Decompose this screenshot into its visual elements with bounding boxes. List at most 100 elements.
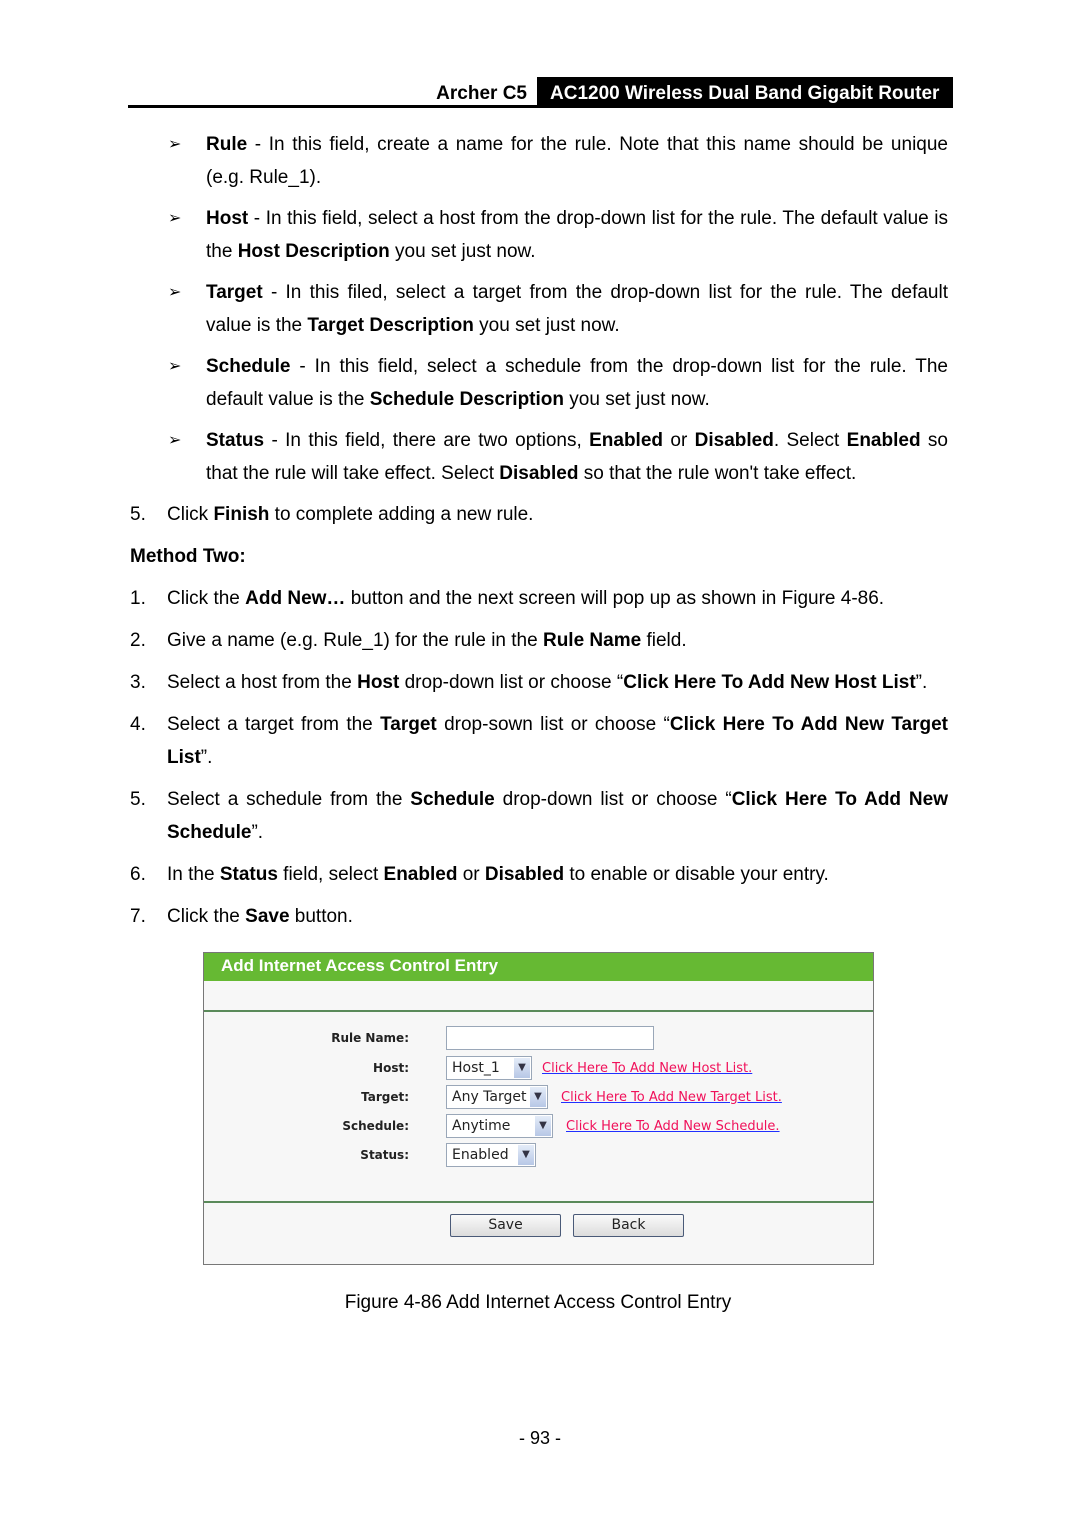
text-run: or	[663, 430, 695, 451]
text-run: you set just now.	[389, 241, 536, 262]
chevron-down-icon: ▼	[530, 1087, 546, 1107]
schedule-value: Anytime	[452, 1118, 511, 1134]
host-select[interactable]: Host_1 ▼	[446, 1056, 532, 1080]
text-run: Select a host from the	[167, 672, 358, 693]
target-value: Any Target	[452, 1089, 527, 1105]
bold-text: Schedule	[206, 356, 291, 377]
bold-text: Enabled	[383, 864, 458, 885]
text-run: Give a name (e.g. Rule_1) for the rule i…	[167, 630, 543, 651]
bold-text: Host	[357, 672, 400, 693]
add-entry-form-figure: Add Internet Access Control Entry Rule N…	[203, 952, 874, 1265]
bold-text: Schedule Description	[369, 389, 564, 410]
text-run: - In this field, there are two options,	[264, 430, 590, 451]
status-select[interactable]: Enabled ▼	[446, 1143, 536, 1167]
add-schedule-link[interactable]: Click Here To Add New Schedule.	[566, 1119, 780, 1134]
numbered-step: 1. Click the Add New… button and the next…	[128, 582, 948, 615]
status-label: Status:	[360, 1148, 409, 1162]
bold-text: Rule Name	[542, 630, 642, 651]
bold-text: Host	[206, 208, 249, 229]
arrow-bullet-icon: ➢	[168, 432, 182, 449]
model-name: Archer C5	[436, 83, 527, 104]
arrow-bullet-icon: ➢	[168, 136, 182, 153]
rule-name-input[interactable]	[446, 1026, 654, 1050]
status-row: Status: Enabled ▼	[204, 1143, 873, 1169]
numbered-step: 5. Select a schedule from the Schedule dr…	[128, 783, 948, 849]
target-select[interactable]: Any Target ▼	[446, 1085, 548, 1109]
page-header: Archer C5 AC1200 Wireless Dual Band Giga…	[128, 77, 953, 108]
divider	[204, 1201, 873, 1203]
text-run: drop-sown list or choose “	[436, 714, 670, 735]
status-value: Enabled	[452, 1147, 509, 1163]
step-number: 6.	[130, 864, 146, 885]
bold-text: Target	[206, 282, 263, 303]
step-number: 7.	[130, 906, 146, 927]
form-title: Add Internet Access Control Entry	[204, 953, 873, 981]
section-heading: Method Two:	[130, 546, 246, 567]
chevron-down-icon: ▼	[518, 1145, 534, 1165]
back-button[interactable]: Back	[573, 1214, 684, 1237]
bold-text: Enabled	[589, 430, 664, 451]
bullet-item: ➢ Rule - In this field, create a name for…	[128, 128, 948, 194]
text-run: Click the	[167, 906, 246, 927]
step-number: 5.	[130, 504, 146, 525]
host-row: Host: Host_1 ▼ Click Here To Add New Host…	[204, 1056, 873, 1082]
step-number: 4.	[130, 714, 146, 735]
text-run: . Select	[773, 430, 847, 451]
bullet-item: ➢ Target - In this filed, select a target…	[128, 276, 948, 342]
text-run: drop-down list or choose “	[399, 672, 624, 693]
bold-text: Target Description	[307, 315, 474, 336]
target-label: Target:	[361, 1090, 409, 1104]
schedule-select[interactable]: Anytime ▼	[446, 1114, 553, 1138]
figure-caption: Figure 4-86 Add Internet Access Control …	[344, 1292, 732, 1313]
step-number: 5.	[130, 789, 146, 810]
document-body: ➢ Rule - In this field, create a name for…	[128, 128, 948, 942]
text-run: ”.	[915, 672, 928, 693]
bullet-item: ➢ Schedule - In this field, select a sche…	[128, 350, 948, 416]
schedule-row: Schedule: Anytime ▼ Click Here To Add New…	[204, 1114, 873, 1140]
bullet-item: ➢ Status - In this field, there are two o…	[128, 424, 948, 490]
text-run: you set just now.	[564, 389, 710, 410]
bold-text: Disabled	[499, 463, 579, 484]
bold-text: Save	[245, 906, 290, 927]
arrow-bullet-icon: ➢	[168, 358, 182, 375]
bold-text: Target	[380, 714, 437, 735]
text-run: button.	[289, 906, 353, 927]
text-run: Select a schedule from the	[167, 789, 411, 810]
chevron-down-icon: ▼	[535, 1116, 551, 1136]
text-run: ”.	[251, 822, 264, 843]
numbered-step: 7. Click the Save button.	[128, 900, 948, 933]
host-value: Host_1	[452, 1060, 500, 1076]
bold-text: Disabled	[484, 864, 565, 885]
bold-text: Disabled	[694, 430, 774, 451]
bullet-item: ➢ Host - In this field, select a host fro…	[128, 202, 948, 268]
bold-text: Add New…	[245, 588, 346, 609]
text-run: so that the rule won't take effect.	[578, 463, 857, 484]
bold-text: Host Description	[237, 241, 390, 262]
bold-text: Click Here To Add New Host List	[623, 672, 916, 693]
rule-name-row: Rule Name:	[204, 1026, 873, 1052]
add-host-link[interactable]: Click Here To Add New Host List.	[542, 1061, 752, 1076]
step-number: 3.	[130, 672, 146, 693]
bold-text: Status	[219, 864, 278, 885]
numbered-step: 6. In the Status field, select Enabled or…	[128, 858, 948, 891]
text-run: button and the next screen will pop up a…	[345, 588, 885, 609]
text-run: - In this field, create a name for the r…	[206, 134, 948, 188]
host-label: Host:	[373, 1061, 409, 1075]
chevron-down-icon: ▼	[514, 1058, 530, 1078]
text-run: In the	[167, 864, 220, 885]
arrow-bullet-icon: ➢	[168, 284, 182, 301]
text-run: to enable or disable your entry.	[564, 864, 829, 885]
save-button[interactable]: Save	[450, 1214, 561, 1237]
step-number: 2.	[130, 630, 146, 651]
numbered-step: 5. Click Finish to complete adding a new …	[128, 498, 948, 531]
page-number: - 93 -	[518, 1428, 561, 1448]
text-run: Click	[167, 504, 214, 525]
text-run: ”.	[200, 747, 213, 768]
divider	[204, 1010, 873, 1012]
text-run: you set just now.	[473, 315, 620, 336]
rule-name-label: Rule Name:	[331, 1031, 409, 1045]
text-run: Select a target from the	[167, 714, 381, 735]
text-run: field.	[641, 630, 687, 651]
text-run: or	[457, 864, 485, 885]
add-target-link[interactable]: Click Here To Add New Target List.	[561, 1090, 782, 1105]
